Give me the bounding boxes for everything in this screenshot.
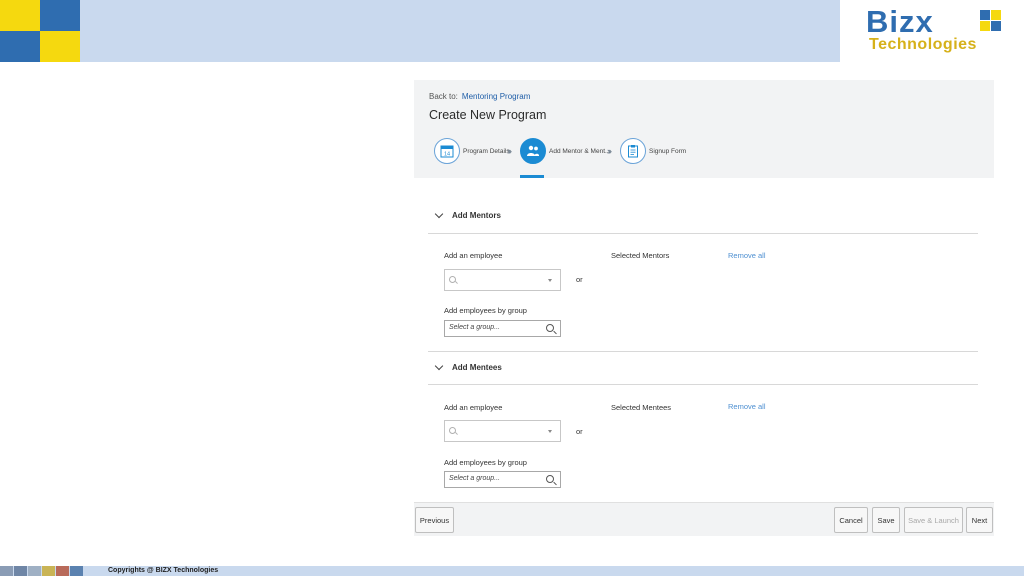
- decor-tile: [0, 0, 40, 31]
- decor-tile: [28, 566, 41, 576]
- group-placeholder: Select a group...: [449, 475, 500, 482]
- divider: [428, 233, 978, 234]
- active-step-indicator: [520, 175, 544, 178]
- step-label: Signup Form: [649, 147, 687, 155]
- search-icon[interactable]: [546, 324, 554, 332]
- back-prefix: Back to:: [429, 92, 458, 101]
- search-icon: [449, 427, 456, 434]
- decor-tile: [0, 566, 13, 576]
- svg-text:14: 14: [444, 152, 450, 158]
- section-toggle-add-mentors[interactable]: Add Mentors: [434, 209, 501, 220]
- copyright-text: Copyrights @ BIZX Technologies: [108, 567, 219, 574]
- decor-tile: [70, 566, 83, 576]
- logo-squares-icon: [980, 10, 1002, 32]
- step-add-mentor-mentee[interactable]: Add Mentor & Ment...: [520, 135, 610, 167]
- people-icon: [520, 138, 546, 164]
- step-arrow-icon: ›››: [507, 146, 512, 156]
- next-button[interactable]: Next: [966, 507, 993, 533]
- chevron-down-icon: [548, 430, 552, 433]
- group-label: Add employees by group: [444, 458, 527, 467]
- step-label: Program Details: [463, 147, 510, 155]
- add-employee-label: Add an employee: [444, 403, 503, 412]
- divider: [428, 351, 978, 352]
- step-label: Add Mentor & Ment...: [549, 147, 611, 155]
- remove-all-mentees-link[interactable]: Remove all: [728, 402, 766, 411]
- decor-tile: [56, 566, 69, 576]
- step-arrow-icon: ›››: [607, 146, 612, 156]
- search-icon[interactable]: [546, 475, 554, 483]
- decor-tile: [40, 31, 80, 62]
- group-label: Add employees by group: [444, 306, 527, 315]
- divider: [428, 384, 978, 385]
- page-title: Create New Program: [429, 108, 547, 122]
- step-program-details[interactable]: 14 Program Details: [434, 135, 510, 167]
- save-and-launch-button[interactable]: Save & Launch: [904, 507, 963, 533]
- step-signup-form[interactable]: Signup Form: [620, 135, 686, 167]
- chevron-down-icon: [434, 209, 444, 219]
- previous-button[interactable]: Previous: [415, 507, 454, 533]
- section-title: Add Mentees: [452, 363, 502, 372]
- decor-tile: [40, 0, 80, 31]
- employee-search-combo[interactable]: [444, 269, 561, 291]
- wizard-footer: Previous Cancel Save Save & Launch Next: [414, 502, 994, 536]
- slide-header-band: Bizx Technologies: [0, 0, 1024, 62]
- decor-tile: [42, 566, 55, 576]
- chevron-down-icon: [434, 361, 444, 371]
- section-title: Add Mentors: [452, 211, 501, 220]
- decor-tile: [14, 566, 27, 576]
- remove-all-mentors-link[interactable]: Remove all: [728, 251, 766, 260]
- back-link-mentoring-program[interactable]: Mentoring Program: [462, 92, 530, 101]
- decor-tile: [0, 31, 40, 62]
- group-placeholder: Select a group...: [449, 324, 500, 331]
- group-search-input[interactable]: Select a group...: [444, 471, 561, 488]
- calendar-icon: 14: [434, 138, 460, 164]
- app-header: Back to: Mentoring Program Create New Pro…: [414, 80, 994, 178]
- bizx-logo: Bizx Technologies: [840, 0, 1024, 62]
- or-label: or: [576, 275, 583, 284]
- selected-mentors-label: Selected Mentors: [611, 251, 670, 260]
- create-program-panel: Back to: Mentoring Program Create New Pro…: [414, 80, 994, 536]
- logo-subtitle: Technologies: [869, 36, 977, 53]
- section-toggle-add-mentees[interactable]: Add Mentees: [434, 361, 502, 372]
- clipboard-icon: [620, 138, 646, 164]
- or-label: or: [576, 427, 583, 436]
- employee-search-combo[interactable]: [444, 420, 561, 442]
- logo-name: Bizx: [866, 4, 934, 39]
- cancel-button[interactable]: Cancel: [834, 507, 868, 533]
- add-employee-label: Add an employee: [444, 251, 503, 260]
- save-button[interactable]: Save: [872, 507, 900, 533]
- search-icon: [449, 276, 456, 283]
- chevron-down-icon: [548, 279, 552, 282]
- breadcrumb: Back to: Mentoring Program: [429, 92, 530, 101]
- selected-mentees-label: Selected Mentees: [611, 403, 672, 412]
- group-search-input[interactable]: Select a group...: [444, 320, 561, 337]
